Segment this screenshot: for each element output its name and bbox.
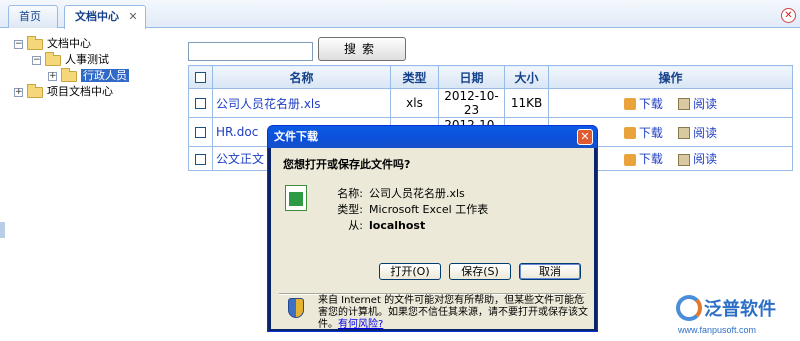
dialog-title[interactable]: 文件下载 (268, 126, 597, 148)
tree-label: 项目文档中心 (47, 85, 113, 98)
tree-node-doc-center[interactable]: − 文档中心 (14, 35, 91, 52)
cancel-button[interactable]: 取消 (519, 263, 581, 280)
logo-url: www.fanpusoft.com (678, 325, 757, 335)
dialog-close-icon[interactable]: ✕ (577, 129, 593, 145)
row-select-cell (188, 88, 213, 118)
collapse-icon[interactable]: − (32, 55, 41, 65)
download-icon (623, 98, 636, 110)
file-name-link[interactable]: HR.doc (216, 125, 258, 139)
warning-text: 来自 Internet 的文件可能对您有所帮助，但某些文件可能危害您的计算机。如… (318, 295, 588, 331)
info-name-row: 名称: 公司人员花名册.xls (313, 185, 465, 201)
from-value: localhost (369, 219, 426, 232)
row-select-cell (188, 117, 213, 147)
tree-node-admin-staff[interactable]: + 行政人员 (48, 67, 129, 84)
select-all-header (188, 65, 213, 89)
left-strip (0, 0, 5, 341)
save-button[interactable]: 保存(S) (449, 263, 511, 280)
window-close-icon[interactable]: ✕ (781, 8, 796, 23)
open-button[interactable]: 打开(O) (379, 263, 441, 280)
download-icon (623, 127, 636, 139)
select-all-checkbox[interactable] (195, 72, 206, 83)
tab-home[interactable]: 首页 (8, 5, 58, 28)
tree-node-project-docs[interactable]: + 项目文档中心 (14, 83, 113, 100)
file-type-cell: xls (390, 88, 439, 118)
file-name-cell: 公司人员花名册.xls (212, 88, 391, 118)
download-icon (623, 153, 636, 166)
file-size-cell: 11KB (504, 88, 549, 118)
row-checkbox[interactable] (195, 127, 206, 138)
dialog-body: 您想打开或保存此文件吗? 名称: 公司人员花名册.xls 类型: Microsoft… (271, 148, 594, 331)
info-type-row: 类型: Microsoft Excel 工作表 (313, 201, 488, 217)
excel-file-icon (285, 185, 307, 211)
expand-icon[interactable]: + (14, 87, 23, 97)
collapse-icon[interactable]: − (14, 39, 23, 49)
info-from-row: 从: localhost (313, 217, 425, 233)
col-size[interactable]: 大小 (504, 65, 549, 89)
risk-link[interactable]: 有何风险? (338, 319, 383, 330)
download-link[interactable]: 下载 (623, 125, 663, 140)
table-row: 公司人员花名册.xls xls 2012-10-23 11KB 下载 阅读 (188, 88, 793, 118)
row-checkbox[interactable] (195, 98, 206, 109)
from-label: 从: (348, 219, 363, 232)
book-icon (678, 98, 691, 110)
expand-icon[interactable]: + (48, 71, 57, 81)
tab-document-center-label: 文档中心 (75, 10, 119, 23)
download-link[interactable]: 下载 (623, 96, 663, 111)
read-label: 阅读 (693, 125, 718, 140)
dialog-question: 您想打开或保存此文件吗? (283, 158, 411, 171)
table-header-row: 名称 类型 日期 大小 操作 (188, 65, 793, 89)
folder-icon (61, 67, 77, 82)
tree-label: 人事测试 (65, 53, 109, 66)
search-input[interactable] (188, 42, 313, 61)
logo-mark-icon (676, 295, 702, 321)
read-label: 阅读 (693, 152, 718, 166)
row-select-cell (188, 146, 213, 171)
tab-document-center[interactable]: 文档中心 ✕ (64, 5, 146, 29)
col-name[interactable]: 名称 (212, 65, 391, 89)
col-ops: 操作 (548, 65, 793, 89)
type-label: 类型: (337, 203, 363, 216)
folder-icon (27, 83, 43, 98)
file-name-link[interactable]: 公司人员花名册.xls (216, 97, 321, 111)
download-label: 下载 (638, 96, 663, 111)
book-icon (678, 153, 691, 166)
read-link[interactable]: 阅读 (678, 126, 717, 140)
shield-icon (288, 298, 304, 318)
folder-icon (45, 51, 61, 66)
tree-node-hr-test[interactable]: − 人事测试 (32, 51, 109, 68)
tree-label-selected: 行政人员 (81, 69, 129, 82)
tab-close-icon[interactable]: ✕ (127, 11, 139, 23)
search-button[interactable]: 搜索 (318, 37, 406, 61)
col-date[interactable]: 日期 (438, 65, 505, 89)
download-label: 下载 (638, 125, 663, 140)
name-value: 公司人员花名册.xls (369, 187, 465, 200)
file-name-link[interactable]: 公文正文 (216, 152, 264, 166)
col-type[interactable]: 类型 (390, 65, 439, 89)
file-date-cell: 2012-10-23 (438, 88, 505, 118)
collapse-handle[interactable] (0, 222, 5, 238)
read-link[interactable]: 阅读 (678, 152, 717, 166)
brand-logo: 泛普软件 www.fanpusoft.com (676, 295, 796, 339)
name-label: 名称: (337, 187, 363, 200)
folder-icon (27, 35, 43, 50)
tab-home-label: 首页 (19, 10, 41, 23)
logo-name: 泛普软件 (704, 299, 776, 320)
row-checkbox[interactable] (195, 153, 206, 165)
tree-label: 文档中心 (47, 37, 91, 50)
download-label: 下载 (638, 152, 663, 166)
ops-cell: 下载 阅读 (548, 88, 793, 118)
file-download-dialog: 文件下载 ✕ 您想打开或保存此文件吗? 名称: 公司人员花名册.xls 类型: Mi… (267, 125, 598, 332)
download-link[interactable]: 下载 (623, 152, 663, 166)
type-value: Microsoft Excel 工作表 (369, 203, 489, 216)
read-label: 阅读 (693, 96, 718, 111)
tab-bar: 首页 文档中心 ✕ ✕ (0, 0, 800, 29)
book-icon (678, 127, 691, 139)
read-link[interactable]: 阅读 (678, 97, 717, 111)
